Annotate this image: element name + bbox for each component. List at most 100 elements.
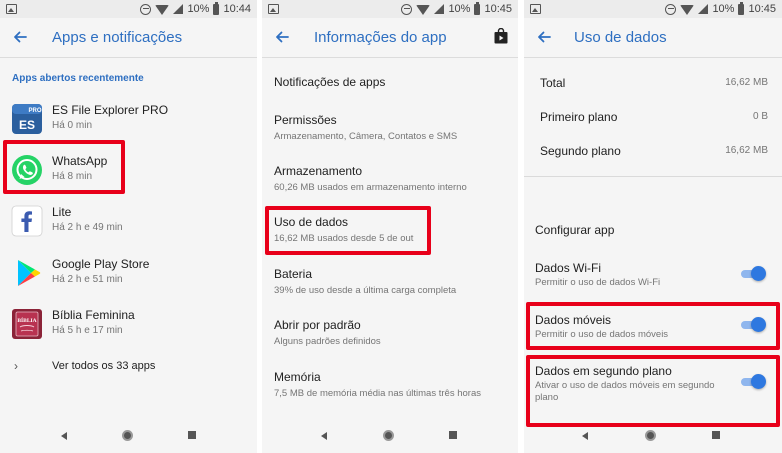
memory-item[interactable]: Memória 7,5 MB de memória média nas últi… — [274, 370, 488, 400]
app-last-used: Há 5 h e 17 min — [52, 325, 123, 336]
app-notifications-item[interactable]: Notificações de apps — [274, 75, 512, 89]
mobile-data-toggle-row[interactable]: Dados móveis Permitir o uso de dados móv… — [524, 313, 782, 349]
toggle-subtitle: Ativar o uso de dados móveis em segundo … — [535, 380, 715, 403]
item-title: Abrir por padrão — [274, 318, 361, 332]
nav-recents-icon[interactable] — [449, 431, 457, 439]
facebook-lite-icon — [11, 205, 43, 237]
whatsapp-icon — [12, 155, 42, 185]
battery-icon — [738, 1, 745, 15]
usage-background-row: Segundo plano 16,62 MB — [524, 142, 782, 162]
battery-percent: 10% — [187, 3, 210, 15]
navigation-bar — [0, 419, 257, 453]
toggle-title: Dados móveis — [535, 313, 612, 327]
play-store-icon — [18, 260, 41, 286]
battery-item[interactable]: Bateria 39% de uso desde a última carga … — [274, 267, 512, 297]
app-last-used: Há 2 h e 51 min — [52, 274, 123, 285]
app-last-used: Há 8 min — [52, 171, 93, 182]
app-bar: Informações do app — [262, 18, 518, 58]
es-file-explorer-icon: ES PRO — [12, 104, 42, 134]
clock: 10:45 — [748, 3, 776, 15]
screen-data-usage: 10% 10:45 Uso de dados Total 16,62 MB Pr… — [524, 0, 782, 453]
nav-back-icon[interactable] — [61, 432, 67, 440]
back-arrow-icon[interactable] — [12, 29, 28, 45]
mobile-data-switch[interactable] — [741, 317, 766, 332]
biblia-feminina-icon: BÍBLIA — [12, 309, 42, 339]
usage-label: Total — [540, 76, 566, 90]
item-subtitle: 16,62 MB usados desde 5 de out — [274, 233, 414, 244]
status-bar: 10% 10:45 — [262, 0, 518, 18]
nav-recents-icon[interactable] — [188, 431, 196, 439]
app-name: ES File Explorer PRO — [52, 103, 169, 117]
back-arrow-icon[interactable] — [274, 29, 290, 45]
item-title: Uso de dados — [274, 215, 349, 229]
item-subtitle: 7,5 MB de memória média nas últimas três… — [274, 388, 481, 399]
item-subtitle: 60,26 MB usados em armazenamento interno — [274, 182, 467, 193]
signal-icon — [434, 4, 445, 14]
usage-value: 16,62 MB — [725, 77, 768, 88]
nav-back-icon[interactable] — [582, 432, 588, 440]
toggle-subtitle: Permitir o uso de dados móveis — [535, 329, 669, 340]
see-all-apps-row[interactable]: › Ver todos os 33 apps — [0, 353, 257, 381]
app-bar: Uso de dados — [524, 18, 782, 58]
item-title: Bateria — [274, 267, 313, 281]
background-data-toggle-row[interactable]: Dados em segundo plano Ativar o uso de d… — [524, 364, 782, 410]
wifi-data-toggle-row[interactable]: Dados Wi-Fi Permitir o uso de dados Wi-F… — [524, 261, 782, 297]
app-bar: Apps e notificações — [0, 18, 257, 58]
item-subtitle: Alguns padrões definidos — [274, 336, 381, 347]
battery-icon — [213, 1, 220, 15]
nav-home-icon[interactable] — [383, 430, 394, 441]
toggle-subtitle: Permitir o uso de dados Wi-Fi — [535, 277, 661, 288]
wifi-icon — [680, 5, 695, 15]
permissions-item[interactable]: Permissões Armazenamento, Câmera, Contat… — [274, 113, 512, 143]
nav-back-icon[interactable] — [321, 432, 327, 440]
chevron-right-icon: › — [14, 359, 18, 373]
wifi-icon — [416, 5, 431, 15]
app-row-whatsapp[interactable]: WhatsApp Há 8 min — [0, 148, 257, 194]
wifi-data-switch[interactable] — [741, 266, 766, 281]
navigation-bar — [262, 419, 518, 453]
app-row-lite[interactable]: Lite Há 2 h e 49 min — [0, 199, 257, 245]
app-last-used: Há 0 min — [52, 120, 93, 131]
app-row-biblia-feminina[interactable]: BÍBLIA Bíblia Feminina Há 5 h e 17 min — [0, 302, 257, 348]
battery-percent: 10% — [448, 3, 471, 15]
usage-label: Primeiro plano — [540, 110, 618, 124]
navigation-bar — [524, 419, 782, 453]
usage-total-row: Total 16,62 MB — [524, 74, 782, 94]
item-title: Memória — [274, 370, 321, 384]
data-usage-item[interactable]: Uso de dados 16,62 MB usados desde 5 de … — [274, 215, 512, 245]
see-all-apps-label: Ver todos os 33 apps — [52, 360, 156, 372]
app-name: Google Play Store — [52, 257, 150, 271]
clock: 10:45 — [484, 3, 512, 15]
open-by-default-item[interactable]: Abrir por padrão Alguns padrões definido… — [274, 318, 512, 348]
status-bar: 10% 10:45 — [524, 0, 782, 18]
usage-label: Segundo plano — [540, 144, 621, 158]
page-title: Uso de dados — [574, 29, 667, 46]
app-row-es-file-explorer[interactable]: ES PRO ES File Explorer PRO Há 0 min — [0, 97, 257, 143]
nav-recents-icon[interactable] — [712, 431, 720, 439]
wifi-icon — [155, 5, 170, 15]
screen-apps-notifications: 10% 10:44 Apps e notificações Apps abert… — [0, 0, 257, 453]
es-pro-icon-text: PRO — [28, 108, 41, 114]
background-data-switch[interactable] — [741, 374, 766, 389]
app-name: Lite — [52, 205, 72, 219]
usage-value: 0 B — [752, 111, 768, 122]
usage-value: 16,62 MB — [725, 145, 768, 156]
storage-item[interactable]: Armazenamento 60,26 MB usados em armazen… — [274, 164, 512, 194]
screen-app-info: 10% 10:45 Informações do app Notificaçõe… — [262, 0, 518, 453]
item-title: Permissões — [274, 113, 337, 127]
section-header-recent-apps: Apps abertos recentemente — [12, 73, 144, 84]
app-name: Bíblia Feminina — [52, 308, 135, 322]
play-store-bag-icon[interactable] — [494, 28, 508, 44]
battery-icon — [474, 1, 481, 15]
battery-percent: 10% — [712, 3, 735, 15]
app-row-google-play-store[interactable]: Google Play Store Há 2 h e 51 min — [0, 251, 257, 297]
back-arrow-icon[interactable] — [536, 29, 552, 45]
nav-home-icon[interactable] — [645, 430, 656, 441]
item-subtitle: Armazenamento, Câmera, Contatos e SMS — [274, 131, 458, 142]
section-divider — [524, 176, 782, 177]
nav-home-icon[interactable] — [122, 430, 133, 441]
item-subtitle: 39% de uso desde a última carga completa — [274, 285, 457, 296]
item-title: Notificações de apps — [274, 75, 386, 89]
toggle-title: Dados Wi-Fi — [535, 261, 602, 275]
signal-icon — [173, 4, 184, 14]
